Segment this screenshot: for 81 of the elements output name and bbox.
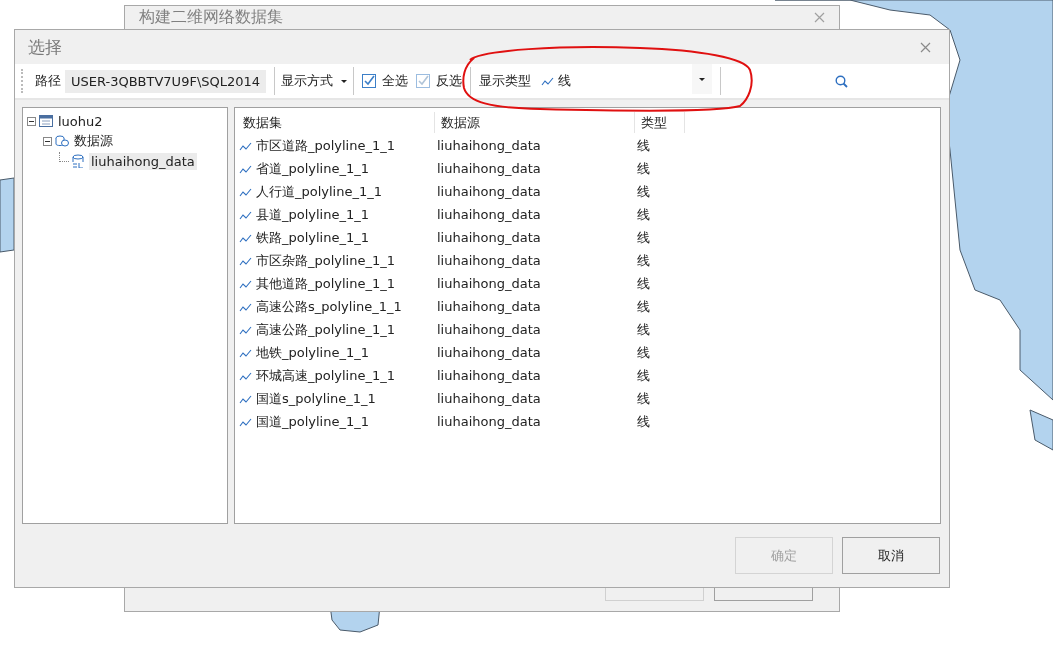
table-cell: 高速公路_polyline_1_1: [256, 320, 395, 339]
polyline-icon: [239, 163, 252, 174]
checkbox-label[interactable]: 全选: [382, 72, 409, 90]
table-cell-text: 线: [636, 412, 651, 431]
polyline-icon: [239, 232, 252, 243]
table-cell-text: liuhaihong_data: [436, 207, 542, 222]
table-cell: 县道_polyline_1_1: [256, 205, 369, 224]
polyline-icon: [239, 255, 252, 266]
table-cell-text: liuhaihong_data: [436, 276, 542, 291]
tree-item[interactable]: 数据源: [72, 131, 115, 151]
table-cell-text: liuhaihong_data: [436, 345, 542, 360]
table-cell-text: liuhaihong_data: [436, 184, 542, 199]
table-cell-text: liuhaihong_data: [436, 414, 542, 429]
table-cell-text: liuhaihong_data: [436, 138, 542, 153]
collapse-icon[interactable]: [27, 116, 36, 126]
collapse-icon[interactable]: [43, 136, 52, 146]
polyline-icon: [239, 186, 252, 197]
polyline-icon: [239, 278, 252, 289]
polyline-icon: [239, 209, 252, 220]
table-cell-text: 线: [636, 389, 651, 408]
table-cell: 环城高速_polyline_1_1: [256, 366, 395, 385]
tree-item[interactable]: luohu2: [56, 112, 105, 130]
close-icon[interactable]: [920, 41, 931, 53]
table-cell-text: liuhaihong_data: [436, 299, 542, 314]
cancel-button[interactable]: 取消: [842, 537, 940, 574]
search-icon[interactable]: [835, 74, 849, 88]
workspace-icon: [39, 114, 53, 128]
column-header[interactable]: 数据集: [237, 112, 435, 133]
table-cell-text: 线: [636, 159, 651, 178]
table-cell: 国道s_polyline_1_1: [256, 389, 376, 408]
table-cell: 铁路_polyline_1_1: [256, 228, 369, 247]
table-cell-text: 线: [636, 274, 651, 293]
table-cell: 省道_polyline_1_1: [256, 159, 369, 178]
table-cell-text: 线: [636, 320, 651, 339]
polyline-icon: [239, 393, 252, 404]
table-cell-text: liuhaihong_data: [436, 322, 542, 337]
table-cell-text: 线: [636, 182, 651, 201]
table-cell-text: liuhaihong_data: [436, 368, 542, 383]
close-icon[interactable]: [814, 11, 825, 23]
table-cell: 市区道路_polyline_1_1: [256, 136, 395, 155]
checkbox[interactable]: [362, 74, 377, 88]
table-cell-text: 线: [636, 251, 651, 270]
datasource-icon: [55, 134, 69, 148]
table-cell: 市区杂路_polyline_1_1: [256, 251, 395, 270]
window-title: 选择: [28, 35, 62, 59]
polyline-icon: [239, 370, 252, 381]
table-cell: 国道_polyline_1_1: [256, 412, 369, 431]
polyline-icon: [239, 301, 252, 312]
table-cell-text: 线: [636, 205, 651, 224]
table-cell: 高速公路s_polyline_1_1: [256, 297, 402, 316]
path-label: 路径: [34, 72, 62, 90]
table-cell-text: 线: [636, 366, 651, 385]
type-dropdown[interactable]: 线: [558, 72, 572, 90]
column-header[interactable]: 类型: [635, 112, 685, 133]
table-cell-text: 线: [636, 136, 651, 155]
tree-item[interactable]: liuhaihong_data: [89, 152, 197, 170]
polyline-icon: [239, 347, 252, 358]
table-cell: 地铁_polyline_1_1: [256, 343, 369, 362]
column-header[interactable]: 数据源: [435, 112, 635, 133]
table-cell: 其他道路_polyline_1_1: [256, 274, 395, 293]
table-cell-text: liuhaihong_data: [436, 161, 542, 176]
polyline-icon: [239, 324, 252, 335]
polyline-icon: [239, 140, 252, 151]
window-title: 构建二维网络数据集: [139, 8, 283, 26]
polyline-icon: [239, 416, 252, 427]
type-label: 显示类型: [478, 72, 533, 90]
path-field[interactable]: USER-3QBBTV7U9F\SQL2014: [65, 69, 267, 93]
database-icon: [72, 154, 86, 168]
table-cell-text: 线: [636, 228, 651, 247]
caret-icon: [341, 79, 348, 83]
table-cell-text: liuhaihong_data: [436, 391, 542, 406]
display-mode-dropdown[interactable]: 显示方式: [279, 68, 350, 94]
table-cell-text: 线: [636, 343, 651, 362]
table-cell: 人行道_polyline_1_1: [256, 182, 382, 201]
table-cell-text: liuhaihong_data: [436, 253, 542, 268]
polyline-icon: [541, 76, 555, 86]
checkbox[interactable]: [416, 74, 431, 88]
table-cell-text: 线: [636, 297, 651, 316]
caret-icon: [699, 77, 706, 81]
table-cell-text: liuhaihong_data: [436, 230, 542, 245]
checkbox-label[interactable]: 反选: [436, 72, 463, 90]
